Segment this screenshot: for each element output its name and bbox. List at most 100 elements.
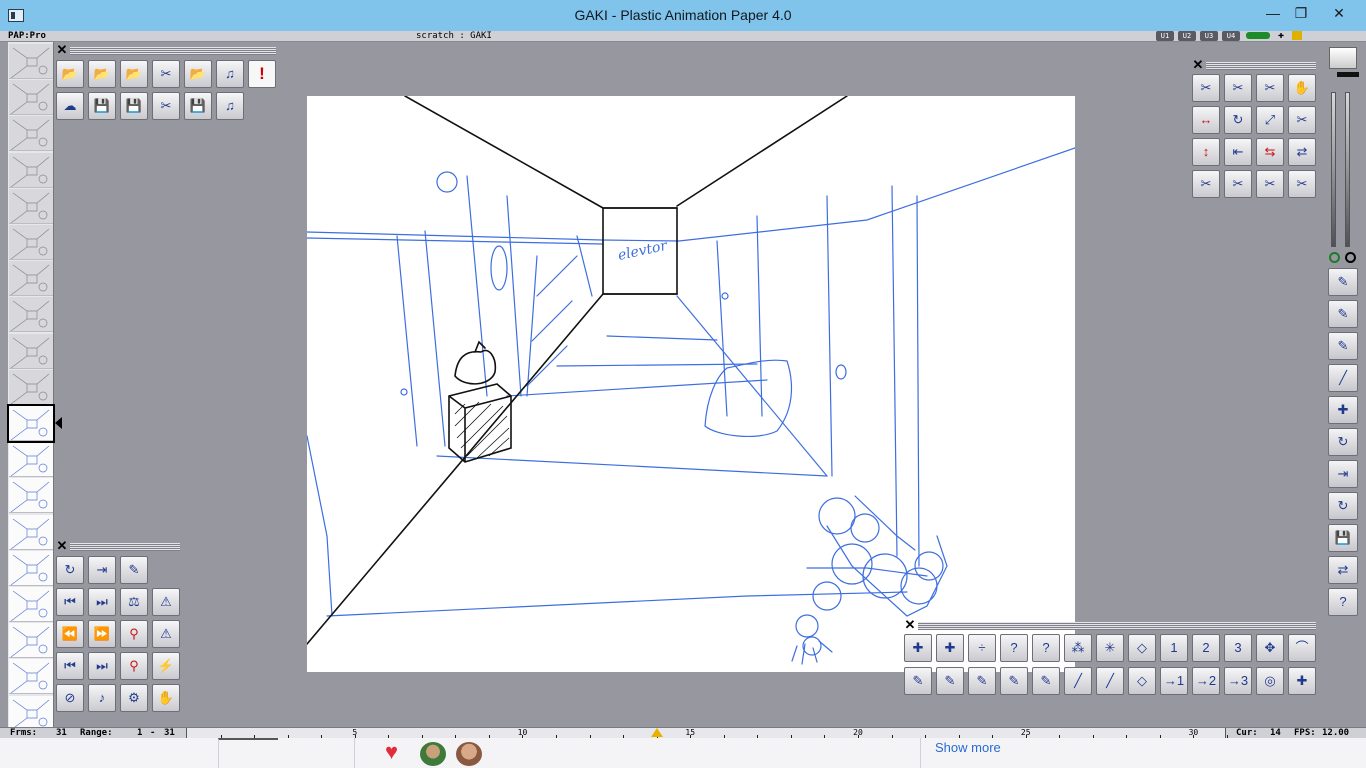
right-tool-button[interactable]: ↻ [1328,492,1358,520]
draw-tool-button[interactable]: ? [1032,634,1060,662]
frame-thumbnail[interactable] [9,261,53,297]
paper-icon[interactable] [1329,47,1357,69]
file-tool-button[interactable]: ☁ [56,92,84,120]
draw-tool-button[interactable]: 1 [1160,634,1188,662]
palette-grip[interactable] [70,47,276,55]
user-button-2[interactable]: U2 [1178,31,1196,41]
right-tool-button[interactable]: ✚ [1328,396,1358,424]
green-ring-icon[interactable] [1329,252,1340,263]
draw-tool-button[interactable]: ◇ [1128,667,1156,695]
playback-tool-button[interactable]: ⏮ [56,652,84,680]
frame-thumbnail[interactable] [9,152,53,188]
draw-tool-button[interactable]: ✚ [1288,667,1316,695]
file-tool-button[interactable]: ✂ [152,60,180,88]
playback-tool-button[interactable]: ♪ [88,684,116,712]
frame-thumbnail[interactable] [9,695,53,731]
avatar[interactable] [456,742,482,766]
timeline-ruler[interactable]: 5 10 15 20 25 30 [186,728,1228,738]
user-button-3[interactable]: U3 [1200,31,1218,41]
draw-tool-button[interactable]: ◇ [1128,634,1156,662]
playback-tool-button[interactable]: ⚙ [120,684,148,712]
file-tool-button[interactable]: 📂 [56,60,84,88]
draw-tool-button[interactable]: ? [1000,634,1028,662]
right-tool-button[interactable]: ✎ [1328,332,1358,360]
draw-tool-button[interactable]: →1 [1160,667,1188,695]
frame-thumbnail-strip[interactable] [7,42,62,731]
playback-tool-button[interactable]: ↻ [56,556,84,584]
draw-tool-button[interactable]: ╱ [1064,667,1092,695]
draw-tool-button[interactable]: ✎ [1032,667,1060,695]
playback-tool-button[interactable]: ⊘ [56,684,84,712]
file-tool-button[interactable]: 📂 [184,60,212,88]
frame-thumbnail[interactable] [9,478,53,514]
file-tool-button[interactable]: ♫ [216,60,244,88]
frame-thumbnail[interactable] [9,80,53,116]
frame-thumbnail[interactable] [9,550,53,586]
drawing-canvas[interactable]: elevtor [307,96,1075,672]
draw-tool-button[interactable]: ÷ [968,634,996,662]
file-tool-button[interactable]: 💾 [120,92,148,120]
right-tool-button[interactable]: ? [1328,588,1358,616]
playback-tool-button[interactable]: ✋ [152,684,180,712]
file-tool-button[interactable]: 💾 [184,92,212,120]
file-tool-button[interactable]: 💾 [88,92,116,120]
right-tool-button[interactable]: ↻ [1328,428,1358,456]
playback-tool-button[interactable]: ⚠ [152,620,180,648]
draw-tool-button[interactable]: ╱ [1096,667,1124,695]
key-icon[interactable] [1292,31,1302,40]
frame-thumbnail[interactable] [9,442,53,478]
draw-tool-button[interactable]: ✎ [968,667,996,695]
playback-tool-button[interactable]: ⏭ [88,652,116,680]
file-tool-button[interactable]: ✂ [152,92,180,120]
edit-tool-button[interactable]: ✂ [1192,170,1220,198]
frame-thumbnail[interactable] [9,587,53,622]
edit-tool-button[interactable]: ✂ [1224,170,1252,198]
opacity-slider[interactable] [1331,92,1336,247]
draw-tool-button[interactable]: ✎ [904,667,932,695]
file-tool-button[interactable]: 📂 [88,60,116,88]
edit-tool-button[interactable]: ✂ [1256,74,1284,102]
edit-tool-button[interactable]: ↻ [1224,106,1252,134]
user-button-4[interactable]: U4 [1222,31,1240,41]
playback-tool-button[interactable]: ⚲ [120,652,148,680]
plus-icon[interactable]: ✚ [1278,31,1284,41]
right-tool-button[interactable]: 💾 [1328,524,1358,552]
playback-tool-button[interactable]: ⏪ [56,620,84,648]
playback-tool-button[interactable]: ⚖ [120,588,148,616]
edit-tool-button[interactable]: ⇄ [1288,138,1316,166]
edit-tool-button[interactable]: ✂ [1288,170,1316,198]
draw-tool-button[interactable]: ◎ [1256,667,1284,695]
right-tool-button[interactable]: ✎ [1328,268,1358,296]
right-tool-button[interactable]: ✎ [1328,300,1358,328]
user-button-1[interactable]: U1 [1156,31,1174,41]
playback-tool-button[interactable]: ⏩ [88,620,116,648]
close-icon[interactable]: ✕ [904,618,916,631]
close-icon[interactable]: ✕ [56,539,68,552]
edit-tool-button[interactable]: ✂ [1224,74,1252,102]
frame-thumbnail[interactable] [9,333,53,369]
edit-tool-button[interactable]: ⇤ [1224,138,1252,166]
edit-tool-button[interactable]: ✋ [1288,74,1316,102]
draw-tool-button[interactable]: ✥ [1256,634,1284,662]
draw-tool-button[interactable]: ✎ [1000,667,1028,695]
frame-thumbnail[interactable] [9,116,53,152]
draw-tool-button[interactable]: 3 [1224,634,1252,662]
edit-tool-button[interactable]: ✂ [1192,74,1220,102]
playback-tool-button[interactable]: ⚲ [120,620,148,648]
palette-grip[interactable] [918,622,1316,630]
playback-tool-button[interactable]: ⏮ [56,588,84,616]
draw-tool-button[interactable]: →3 [1224,667,1252,695]
right-tool-button[interactable]: ⇄ [1328,556,1358,584]
restore-button[interactable]: ❐ [1280,0,1322,28]
draw-tool-button[interactable]: ✳ [1096,634,1124,662]
playback-tool-button[interactable]: ⇥ [88,556,116,584]
playback-tool-button[interactable]: ⚠ [152,588,180,616]
file-tool-button[interactable]: ! [248,60,276,88]
file-tool-button[interactable]: ♫ [216,92,244,120]
close-button[interactable]: ✕ [1318,0,1360,28]
right-tool-button[interactable]: ⇥ [1328,460,1358,488]
playback-tool-button[interactable]: ⏭ [88,588,116,616]
edit-tool-button[interactable]: ↔ [1192,106,1220,134]
frame-thumbnail[interactable] [9,188,53,224]
draw-tool-button[interactable]: ✚ [904,634,932,662]
